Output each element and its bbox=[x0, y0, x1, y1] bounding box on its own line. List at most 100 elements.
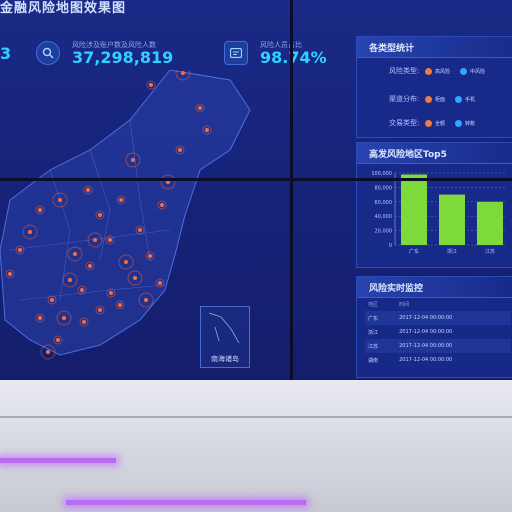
bar-浙江[interactable] bbox=[439, 194, 465, 245]
table-header-row: 地区 时间 bbox=[365, 297, 511, 311]
risk-hotspot[interactable] bbox=[118, 303, 122, 307]
monitor-panel-title: 风险实时监控 bbox=[369, 284, 424, 294]
bar-广东[interactable] bbox=[401, 174, 427, 245]
risk-hotspot[interactable] bbox=[158, 281, 162, 285]
search-icon bbox=[36, 41, 60, 65]
risk-hotspot[interactable] bbox=[86, 188, 90, 192]
cell-time: 2017-12-04 00:00:00 bbox=[399, 329, 453, 335]
stage-light-strip bbox=[66, 500, 306, 505]
blue-dot-icon bbox=[460, 67, 468, 75]
risk-hotspot[interactable] bbox=[62, 316, 66, 320]
risk-hotspot[interactable] bbox=[58, 198, 62, 202]
cell-region: 浙江 bbox=[368, 329, 379, 336]
stage-step-edge bbox=[0, 416, 512, 418]
y-tick-label: 0 bbox=[389, 243, 392, 249]
risk-hotspot[interactable] bbox=[138, 228, 142, 232]
risk-hotspot[interactable] bbox=[80, 288, 84, 292]
risk-hotspot[interactable] bbox=[82, 320, 86, 324]
orange-dot-icon bbox=[425, 119, 432, 127]
x-tick-label: 广东 bbox=[409, 248, 419, 255]
risk-hotspot[interactable] bbox=[205, 128, 209, 132]
table-row[interactable]: 浙江 2017-12-04 00:00:00 bbox=[365, 325, 511, 339]
top5-panel-title: 高发风险地区Top5 bbox=[369, 150, 447, 160]
column-header: 地区 bbox=[368, 301, 379, 308]
cell-region: 广东 bbox=[368, 315, 379, 322]
y-tick-label: 80,000 bbox=[375, 185, 393, 191]
tag-high-risk[interactable]: 高风险 bbox=[425, 67, 450, 75]
table-row[interactable]: 湖南 2017-12-04 00:00:00 bbox=[365, 353, 511, 367]
tag-full[interactable]: 全额 bbox=[425, 119, 445, 127]
stat-label: 交易类型: bbox=[389, 119, 420, 127]
inset-islands bbox=[208, 312, 240, 344]
monitor-table: 地区 时间 广东 2017-12-04 00:00:00 浙江 2017-12-… bbox=[365, 297, 511, 367]
top5-panel: 高发风险地区Top5 100,000 80,000 60,000 40,000 20,0… bbox=[356, 142, 512, 268]
dashboard-screen: 金融风险地图效果图 3 风险涉及账户数及风险人数 37,298,819 风险人员… bbox=[0, 0, 512, 380]
monitor-panel: 风险实时监控 地区 时间 广东 2017-12-04 00:00:00 浙江 2… bbox=[356, 276, 512, 378]
tag-mid-risk[interactable]: 中风险 bbox=[460, 67, 485, 75]
south-china-sea-inset: 南海诸岛 bbox=[200, 306, 250, 368]
south-sea-label: 南海诸岛 bbox=[211, 355, 239, 363]
risk-hotspot[interactable] bbox=[149, 83, 153, 87]
risk-hotspot[interactable] bbox=[18, 248, 22, 252]
id-card-icon bbox=[224, 41, 248, 65]
risk-hotspot[interactable] bbox=[28, 230, 32, 234]
table-row[interactable]: 江苏 2017-12-04 00:00:00 bbox=[365, 339, 511, 353]
risk-hotspot[interactable] bbox=[98, 308, 102, 312]
kpi-left-value: 3 bbox=[0, 44, 12, 63]
column-header: 时间 bbox=[399, 301, 410, 308]
cell-time: 2017-12-04 00:00:00 bbox=[399, 315, 453, 321]
risk-hotspot[interactable] bbox=[198, 106, 202, 110]
risk-hotspot[interactable] bbox=[50, 298, 54, 302]
orange-dot-icon bbox=[425, 67, 432, 75]
tag-transfer[interactable]: 转账 bbox=[455, 119, 475, 127]
risk-hotspot[interactable] bbox=[56, 338, 60, 342]
tag-counter[interactable]: 柜面 bbox=[425, 95, 445, 103]
stage-light-strip bbox=[0, 458, 116, 463]
risk-hotspot[interactable] bbox=[124, 260, 128, 264]
risk-hotspot[interactable] bbox=[133, 276, 137, 280]
x-tick-label: 江苏 bbox=[485, 248, 495, 255]
risk-hotspot[interactable] bbox=[148, 254, 152, 258]
risk-hotspot[interactable] bbox=[88, 264, 92, 268]
stage-floor bbox=[0, 380, 512, 512]
blue-dot-icon bbox=[455, 119, 463, 127]
risk-hotspot[interactable] bbox=[73, 252, 77, 256]
page-title: 金融风险地图效果图 bbox=[0, 1, 127, 16]
y-tick-label: 40,000 bbox=[375, 214, 393, 220]
tag-mobile[interactable]: 手机 bbox=[455, 95, 475, 103]
cell-region: 湖南 bbox=[368, 357, 379, 364]
blue-dot-icon bbox=[455, 95, 463, 103]
risk-hotspot[interactable] bbox=[46, 350, 50, 354]
stats-panel-title: 各类型统计 bbox=[369, 44, 415, 54]
stats-panel: 各类型统计 风险类型: 高风险 中风险 渠道分布: 柜面 手机 交易类型: 全额… bbox=[356, 36, 512, 138]
x-tick-label: 浙江 bbox=[447, 248, 457, 255]
table-row[interactable]: 广东 2017-12-04 00:00:00 bbox=[365, 311, 511, 325]
kpi-accounts-value: 37,298,819 bbox=[72, 48, 174, 67]
risk-hotspot[interactable] bbox=[160, 203, 164, 207]
risk-hotspot[interactable] bbox=[93, 238, 97, 242]
wall-bezel bbox=[290, 0, 293, 380]
risk-hotspot[interactable] bbox=[109, 291, 113, 295]
risk-hotspot[interactable] bbox=[144, 298, 148, 302]
kpi-ratio-value: 98.74% bbox=[260, 48, 327, 67]
risk-hotspot[interactable] bbox=[98, 213, 102, 217]
risk-hotspot[interactable] bbox=[131, 158, 135, 162]
wall-bezel bbox=[0, 178, 512, 181]
cell-time: 2017-12-04 00:00:00 bbox=[399, 357, 453, 363]
risk-hotspot[interactable] bbox=[181, 71, 185, 75]
y-tick-label: 60,000 bbox=[375, 200, 393, 206]
bar-江苏[interactable] bbox=[477, 201, 503, 245]
orange-dot-icon bbox=[425, 95, 432, 103]
y-tick-label: 100,000 bbox=[371, 171, 392, 177]
risk-hotspot[interactable] bbox=[68, 278, 72, 282]
risk-hotspot[interactable] bbox=[38, 208, 42, 212]
risk-hotspot[interactable] bbox=[119, 198, 123, 202]
stat-label: 风险类型: bbox=[389, 67, 420, 75]
stat-row-trade-type: 交易类型: 全额 转账 bbox=[389, 117, 485, 129]
risk-hotspot[interactable] bbox=[8, 272, 12, 276]
risk-hotspot[interactable] bbox=[178, 148, 182, 152]
stat-label: 渠道分布: bbox=[389, 95, 420, 103]
risk-hotspot[interactable] bbox=[38, 316, 42, 320]
stat-row-risk-type: 风险类型: 高风险 中风险 bbox=[389, 65, 495, 77]
risk-hotspot[interactable] bbox=[108, 238, 112, 242]
